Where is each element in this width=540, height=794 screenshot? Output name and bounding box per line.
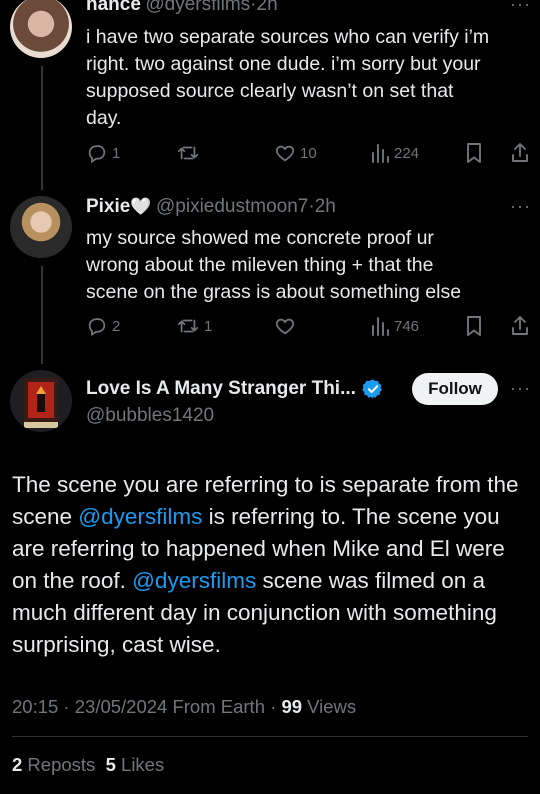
views-button[interactable]: 224 — [370, 142, 419, 164]
avatar-image — [24, 378, 58, 428]
timestamp[interactable]: 20:15 · 23/05/2024 From Earth · — [12, 696, 281, 717]
text-line: day. — [86, 107, 122, 129]
more-icon[interactable]: ··· — [510, 196, 531, 217]
heart-icon — [275, 145, 295, 162]
username[interactable]: @pixiedustmoon7 — [156, 196, 308, 217]
thread-line-2 — [41, 266, 43, 364]
username[interactable]: @bubbles1420 — [86, 405, 214, 427]
mention-link[interactable]: @dyersfilms — [132, 568, 256, 593]
username[interactable]: @dyersfilms — [145, 0, 250, 15]
bookmark-icon — [467, 143, 481, 163]
text-line: my source showed me concrete proof ur — [86, 227, 434, 249]
text-line: wrong about the mileven thing + that the — [86, 254, 434, 276]
repost-button[interactable]: 1 — [176, 315, 212, 337]
tweet-text: i have two separate sources who can veri… — [86, 24, 526, 132]
tweet-header: nance @dyersfilms·2h — [86, 0, 278, 16]
views-icon — [372, 144, 389, 163]
likes-link[interactable]: 5 Likes — [106, 754, 165, 775]
tweet-text: The scene you are referring to is separa… — [12, 469, 532, 661]
text-line: right. two against one dude. i’m sorry b… — [86, 53, 481, 75]
tweet-text: my source showed me concrete proof ur wr… — [86, 225, 526, 306]
text-line: supposed source clearly wasn’t on set th… — [86, 80, 454, 102]
repost-icon — [177, 146, 199, 160]
timestamp[interactable]: 2h — [315, 196, 336, 217]
views-label: Views — [302, 696, 357, 717]
repost-button[interactable] — [176, 142, 200, 164]
reply-button[interactable]: 1 — [86, 142, 120, 164]
avatar[interactable] — [10, 370, 72, 432]
thread-line-1 — [41, 66, 43, 190]
like-button[interactable] — [274, 315, 296, 337]
reposts-count: 2 — [12, 754, 23, 775]
share-icon — [512, 316, 528, 335]
views-count: 99 — [281, 696, 303, 717]
share-button[interactable] — [510, 142, 530, 164]
display-name[interactable]: Love Is A Many Stranger Thi... — [86, 378, 356, 400]
more-icon[interactable]: ··· — [510, 378, 531, 399]
reply-icon — [88, 145, 106, 164]
divider — [12, 736, 528, 737]
display-name[interactable]: Pixie — [86, 196, 130, 217]
like-button[interactable]: 10 — [274, 142, 317, 164]
text-line: i have two separate sources who can veri… — [86, 26, 490, 48]
heart-icon — [275, 318, 295, 335]
reposts-link[interactable]: 2 Reposts — [12, 754, 95, 775]
likes-count: 5 — [105, 754, 116, 775]
repost-count: 1 — [204, 317, 213, 335]
reply-icon — [88, 318, 106, 337]
white-heart-icon: 🤍 — [130, 197, 152, 216]
more-icon[interactable]: ··· — [510, 0, 531, 15]
views-count: 746 — [394, 317, 420, 335]
views-button[interactable]: 746 — [370, 315, 419, 337]
avatar[interactable] — [10, 196, 72, 258]
engagement-row: 2 Reposts 5 Likes — [12, 754, 164, 776]
timestamp[interactable]: 2h — [257, 0, 278, 15]
mention-link[interactable]: @dyersfilms — [78, 504, 202, 529]
author-name-row: Love Is A Many Stranger Thi... — [86, 378, 384, 400]
tweet-meta: 20:15 · 23/05/2024 From Earth · 99 Views — [12, 696, 356, 718]
share-button[interactable] — [510, 315, 530, 337]
reply-count: 2 — [112, 317, 121, 335]
likes-label: Likes — [115, 754, 165, 775]
views-icon — [372, 317, 389, 336]
bookmark-button[interactable] — [464, 142, 484, 164]
tweet-header: Pixie🤍 @pixiedustmoon7·2h — [86, 196, 336, 218]
bookmark-button[interactable] — [464, 315, 484, 337]
verified-badge-icon — [362, 379, 382, 399]
reply-button[interactable]: 2 — [86, 315, 120, 337]
bookmark-icon — [467, 316, 481, 336]
avatar[interactable] — [10, 0, 72, 58]
text-line: scene on the grass is about something el… — [86, 281, 462, 303]
reply-count: 1 — [112, 144, 121, 162]
share-icon — [512, 143, 528, 162]
reposts-label: Reposts — [22, 754, 96, 775]
display-name[interactable]: nance — [86, 0, 141, 15]
follow-button[interactable]: Follow — [412, 373, 498, 405]
like-count: 10 — [300, 144, 317, 162]
views-count: 224 — [394, 144, 420, 162]
repost-icon — [177, 319, 199, 333]
